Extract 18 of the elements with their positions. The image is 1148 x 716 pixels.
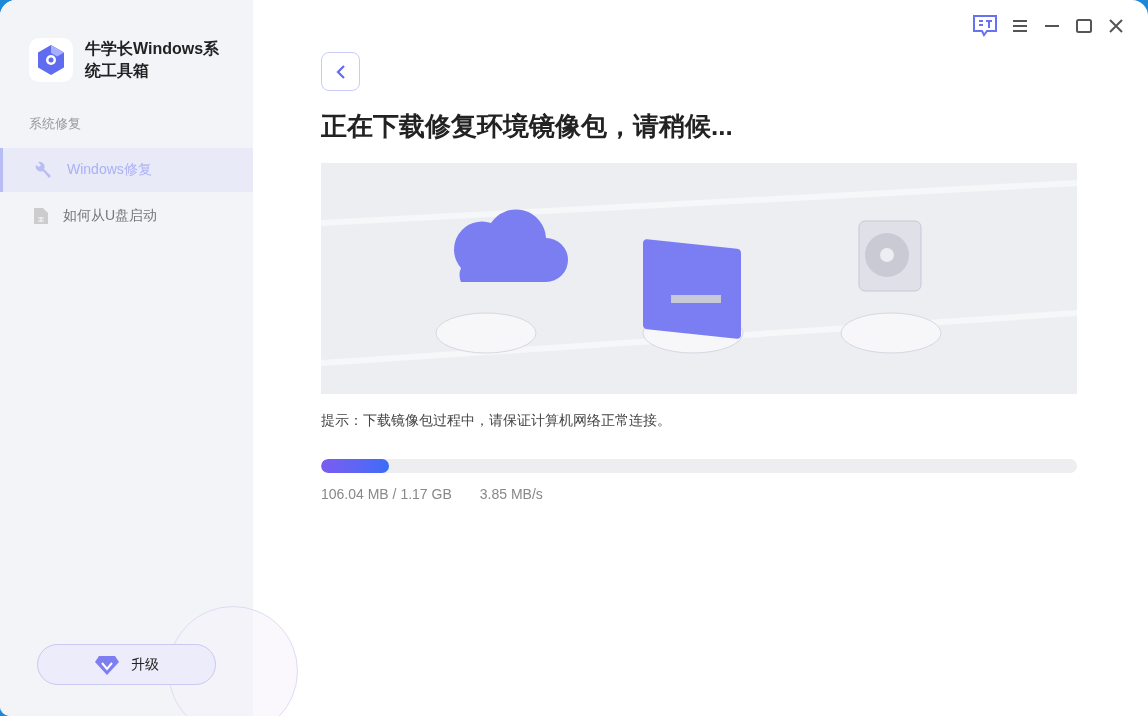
wrench-icon <box>33 159 53 180</box>
maximize-icon[interactable] <box>1074 18 1094 34</box>
upgrade-button[interactable]: 升级 <box>37 644 216 685</box>
app-logo-icon <box>29 38 73 82</box>
page-heading: 正在下载修复环境镜像包，请稍候... <box>321 110 734 143</box>
diamond-icon <box>94 654 119 675</box>
app-title: 牛学长Windows系统工具箱 <box>85 39 221 81</box>
menu-icon[interactable] <box>1010 18 1030 34</box>
document-icon <box>33 206 49 225</box>
back-button[interactable] <box>321 52 360 91</box>
chevron-left-icon <box>335 63 346 80</box>
download-size: 106.04 MB / 1.17 GB <box>321 485 452 504</box>
download-speed: 3.85 MB/s <box>479 485 543 504</box>
section-label: 系统修复 <box>28 115 82 133</box>
hint-text: 提示：下载镜像包过程中，请保证计算机网络正常连接。 <box>321 411 672 430</box>
close-icon[interactable] <box>1106 18 1126 34</box>
sidebar-item[interactable]: 如何从U盘启动 <box>0 193 253 238</box>
feedback-icon[interactable] <box>972 14 998 38</box>
